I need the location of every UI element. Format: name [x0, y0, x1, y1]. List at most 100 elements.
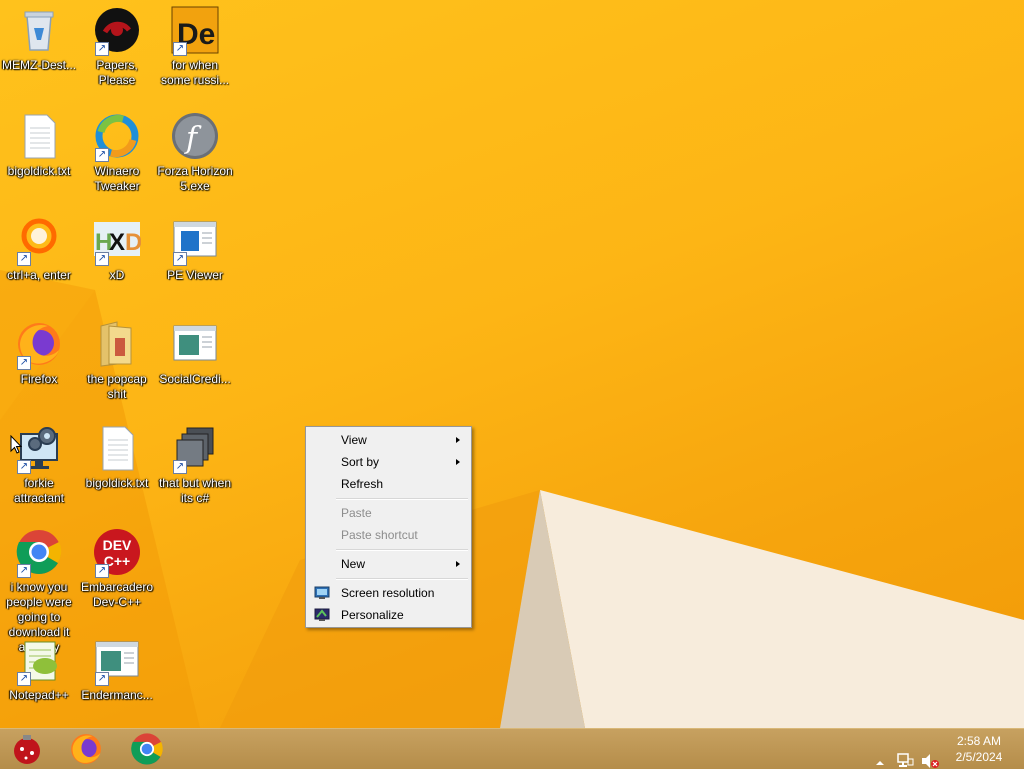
window-app-icon: ↗ [93, 636, 141, 686]
desktop-icon-label: Forza Horizon 5.exe [157, 164, 233, 193]
svg-text:DEV: DEV [103, 537, 132, 553]
submenu-arrow-icon [456, 459, 460, 465]
desktop-icon-devcpp[interactable]: DEV C++ ↗ Embarcadero Dev-C++ [78, 528, 156, 610]
papers-please-icon: ↗ [93, 6, 141, 56]
shortcut-arrow-icon: ↗ [17, 460, 31, 474]
taskbar-app-firefox[interactable] [60, 731, 112, 767]
menu-item-label: Personalize [341, 608, 404, 622]
desktop-icon-label: the popcap shit [87, 372, 147, 401]
menu-item-label: View [341, 433, 367, 447]
mouse-cursor-icon [10, 435, 22, 454]
text-file-icon [93, 424, 141, 472]
settings-monitor-icon: ↗ [15, 424, 63, 474]
memz-icon [14, 735, 40, 764]
clock-date: 2/5/2024 [955, 750, 1003, 764]
desktop-icon-label: xD [109, 268, 125, 282]
taskbar-app-memz[interactable] [1, 731, 53, 767]
firefox-icon: ↗ [15, 320, 63, 370]
taskbar: 2:58 AM 2/5/2024 [0, 728, 1024, 769]
desktop-icon-label: ctrl+a, enter [7, 268, 71, 282]
desktop-icon-label: Endermanc... [81, 688, 153, 702]
shortcut-arrow-icon: ↗ [17, 252, 31, 266]
desktop-icon-label: bigoldick.txt [7, 164, 71, 178]
shortcut-arrow-icon: ↗ [17, 564, 31, 578]
personalize-icon [314, 608, 330, 621]
desktop-icon-xd[interactable]: HXD ↗ xD [78, 216, 156, 283]
svg-text:D: D [125, 229, 141, 256]
desktop-icon-bigoldick-txt-2[interactable]: bigoldick.txt [78, 424, 156, 491]
desktop-icon-label: for when some russi... [160, 58, 229, 87]
desktop-icon-endermanch[interactable]: ↗ Endermanc... [78, 636, 156, 703]
submenu-arrow-icon [456, 437, 460, 443]
menu-item-screen-resolution[interactable]: Screen resolution [308, 582, 469, 604]
network-icon[interactable] [896, 741, 914, 781]
desktop-context-menu: View Sort by Refresh Paste Paste shortcu… [305, 426, 472, 628]
shortcut-arrow-icon: ↗ [95, 148, 109, 162]
hxd-icon: HXD ↗ [93, 216, 141, 266]
desktop-icon-label: Papers, Please [96, 58, 138, 87]
shortcut-arrow-icon: ↗ [173, 460, 187, 474]
menu-item-paste[interactable]: Paste [308, 502, 469, 524]
menu-item-view[interactable]: View [308, 429, 469, 451]
desktop-icon-popcap[interactable]: the popcap shit [78, 320, 156, 402]
shortcut-arrow-icon: ↗ [173, 252, 187, 266]
devcpp-icon: DEV C++ ↗ [93, 528, 141, 578]
display-settings-icon [314, 586, 330, 599]
stacked-windows-icon: ↗ [171, 424, 219, 474]
desktop-icon-firefox[interactable]: ↗ Firefox [0, 320, 78, 387]
desktop-icon-bigoldick-txt[interactable]: bigoldick.txt [0, 112, 78, 179]
desktop-icon-label: forkie attractant [13, 476, 65, 505]
desktop-icon-forza[interactable]: f Forza Horizon 5.exe [156, 112, 234, 194]
volume-muted-icon[interactable] [920, 741, 940, 781]
desktop-icon-de-app[interactable]: De ↗ for when some russi... [156, 6, 234, 88]
shortcut-arrow-icon: ↗ [17, 672, 31, 686]
desktop-icon-label: bigoldick.txt [85, 476, 149, 490]
menu-item-label: Paste [341, 506, 372, 520]
menu-item-paste-shortcut[interactable]: Paste shortcut [308, 524, 469, 546]
desktop-icon-ctrl-a-enter[interactable]: ↗ ctrl+a, enter [0, 216, 78, 283]
menu-item-new[interactable]: New [308, 553, 469, 575]
menu-item-label: Refresh [341, 477, 384, 491]
desktop[interactable]: MEMZ-Dest... ↗ Papers, Please De ↗ for w… [0, 0, 1024, 728]
desktop-icon-label: Winaero Tweaker [94, 164, 140, 193]
taskbar-app-chrome[interactable] [121, 731, 173, 767]
desktop-icon-label: SocialCredi... [159, 372, 231, 386]
shortcut-arrow-icon: ↗ [95, 252, 109, 266]
notepadpp-icon: ↗ [15, 636, 63, 686]
desktop-icon-label: that but when its c# [158, 476, 232, 505]
desktop-icon-memz[interactable]: MEMZ-Dest... [0, 6, 78, 73]
shortcut-arrow-icon: ↗ [95, 564, 109, 578]
text-file-icon [15, 112, 63, 160]
window-app-icon [171, 320, 219, 368]
menu-item-personalize[interactable]: Personalize [308, 604, 469, 626]
desktop-icon-label: PE Viewer [167, 268, 223, 282]
desktop-icon-papers-please[interactable]: ↗ Papers, Please [78, 6, 156, 88]
submenu-arrow-icon [456, 561, 460, 567]
desktop-icon-notepadpp[interactable]: ↗ Notepad++ [0, 636, 78, 703]
flash-icon: f [171, 112, 219, 160]
desktop-icon-label: Notepad++ [9, 688, 69, 702]
shortcut-arrow-icon: ↗ [95, 42, 109, 56]
shortcut-arrow-icon: ↗ [173, 42, 187, 56]
menu-item-label: Paste shortcut [341, 528, 418, 542]
window-app-icon: ↗ [171, 216, 219, 266]
desktop-icon-label: Firefox [20, 372, 58, 386]
svg-text:X: X [109, 229, 125, 256]
recycle-bin-icon [15, 6, 63, 54]
folder-icon [93, 320, 141, 368]
chrome-icon [131, 733, 163, 765]
menu-item-sort-by[interactable]: Sort by [308, 451, 469, 473]
desktop-icon-label: Embarcadero Dev-C++ [80, 580, 154, 609]
desktop-icon-socialcredit[interactable]: SocialCredi... [156, 320, 234, 387]
firefox-icon [71, 734, 101, 764]
taskbar-clock[interactable]: 2:58 AM 2/5/2024 [944, 733, 1014, 765]
desktop-icon-csharp[interactable]: ↗ that but when its c# [156, 424, 234, 506]
shortcut-arrow-icon: ↗ [17, 356, 31, 370]
winaero-icon: ↗ [93, 112, 141, 162]
menu-separator [336, 549, 468, 551]
menu-item-refresh[interactable]: Refresh [308, 473, 469, 495]
desktop-icon-winaero[interactable]: ↗ Winaero Tweaker [78, 112, 156, 194]
shortcut-arrow-icon: ↗ [95, 672, 109, 686]
desktop-icon-pe-viewer[interactable]: ↗ PE Viewer [156, 216, 234, 283]
show-hidden-icons-button[interactable] [874, 743, 886, 783]
